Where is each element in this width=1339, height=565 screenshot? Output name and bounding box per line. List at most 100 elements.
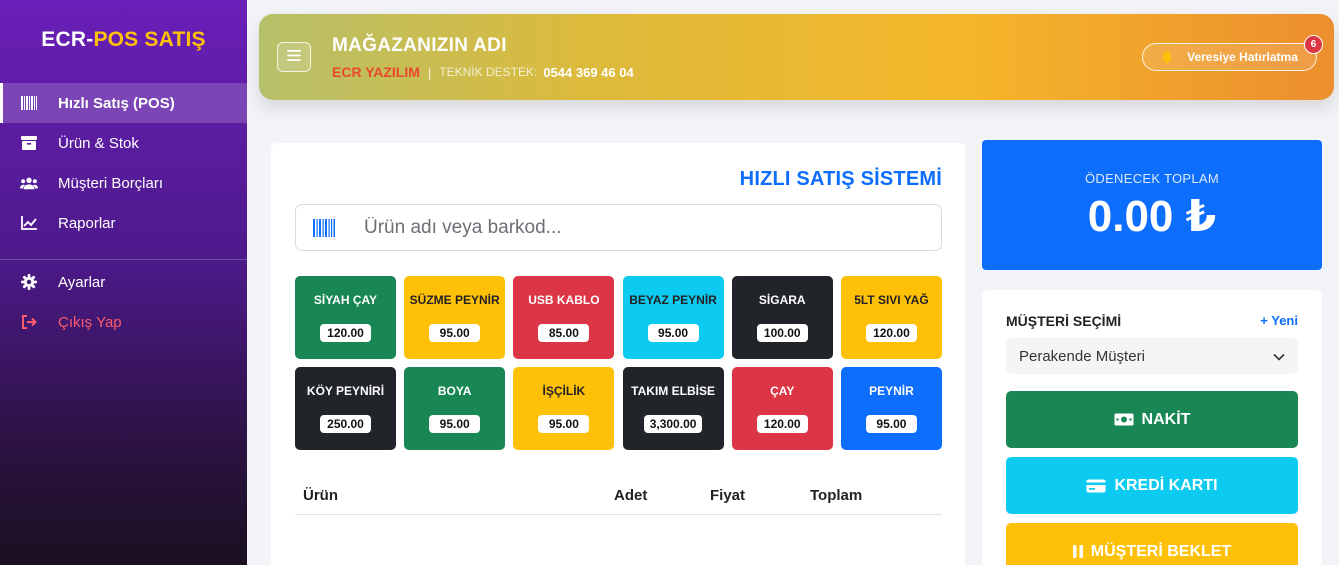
product-tile[interactable]: BOYA 95.00 [404,367,506,450]
barcode-icon [20,94,38,112]
support-label: TEKNİK DESTEK: [439,65,538,79]
credit-card-button[interactable]: KREDİ KARTI [1006,457,1298,514]
product-tile[interactable]: SÜZME PEYNİR 95.00 [404,276,506,359]
shop-name: MAĞAZANIZIN ADI [332,35,507,56]
gear-icon [20,273,38,291]
product-tile[interactable]: PEYNİR 95.00 [840,367,942,450]
product-name: SİGARA [758,293,806,307]
new-customer-link[interactable]: + Yeni [1260,313,1298,328]
column-product: Ürün [303,487,338,504]
product-tile[interactable]: KÖY PEYNİRİ 250.00 [295,367,396,450]
sidebar-item-label: Ürün & Stok [58,134,139,152]
sidebar-item-label: Raporlar [58,214,116,232]
column-total: Toplam [810,487,863,504]
cash-label: NAKİT [1141,410,1191,428]
header-subline: ECR YAZILIM | TEKNİK DESTEK: 0544 369 46… [332,64,634,80]
top-header: MAĞAZANIZIN ADI ECR YAZILIM | TEKNİK DES… [259,14,1334,100]
sidebar-item-logout[interactable]: Çıkış Yap [0,302,247,342]
product-price: 85.00 [538,324,590,342]
sidebar-item-debts[interactable]: Müşteri Borçları [0,163,247,203]
column-quantity: Adet [614,487,648,504]
total-amount: 0.00 ₺ [1087,192,1217,241]
pos-title: HIZLI SATIŞ SİSTEMİ [739,168,942,190]
product-name: BEYAZ PEYNİR [629,293,717,307]
pause-icon [1072,545,1083,558]
product-price: 95.00 [429,324,481,342]
sidebar-item-products[interactable]: Ürün & Stok [0,123,247,163]
product-name: PEYNİR [869,384,914,398]
product-name: TAKIM ELBİSE [631,384,715,398]
product-price: 120.00 [320,324,371,342]
users-icon [20,174,38,192]
money-icon [1114,413,1134,426]
customer-select[interactable]: Perakende Müşteri [1006,338,1298,374]
brand-text-part1: ECR- [41,28,94,51]
product-name: ÇAY [770,384,795,398]
sidebar-nav: Hızlı Satış (POS) Ürün & Stok Müşteri Bo… [0,83,247,342]
hold-label: MÜŞTERİ BEKLET [1090,542,1232,560]
product-tile[interactable]: SİYAH ÇAY 120.00 [295,276,396,359]
product-price: 120.00 [865,324,917,342]
credit-card-label: KREDİ KARTI [1114,476,1218,494]
product-tile[interactable]: BEYAZ PEYNİR 95.00 [622,276,724,359]
product-tile[interactable]: 5LT SIVI YAĞ 120.00 [840,276,942,359]
product-tile[interactable]: ÇAY 120.00 [731,367,833,450]
hamburger-icon [287,48,301,66]
customer-panel: MÜŞTERİ SEÇİMİ + Yeni Perakende Müşteri … [982,290,1322,565]
support-phone: 0544 369 46 04 [543,64,634,80]
total-panel: ÖDENECEK TOPLAM 0.00 ₺ [982,140,1322,270]
reminder-label: Veresiye Hatırlatma [1187,50,1298,64]
bell-icon [1161,51,1173,64]
product-tile[interactable]: USB KABLO 85.00 [513,276,615,359]
product-price: 95.00 [429,415,481,433]
product-tile[interactable]: SİGARA 100.00 [731,276,833,359]
quick-product-grid: SİYAH ÇAY 120.00 SÜZME PEYNİR 95.00 USB KA… [295,276,942,450]
product-price: 250.00 [320,415,371,433]
chart-line-icon [20,214,38,232]
product-price: 100.00 [756,324,808,342]
cart-table-header: Ürün Adet Fiyat Toplam [295,479,942,515]
product-price: 95.00 [865,415,917,433]
sidebar-divider [0,259,247,260]
sidebar-item-label: Müşteri Borçları [58,174,164,192]
sidebar-item-reports[interactable]: Raporlar [0,203,247,243]
product-price: 95.00 [647,324,699,342]
product-name: USB KABLO [528,293,600,307]
total-label: ÖDENECEK TOPLAM [1084,171,1220,186]
logout-icon [20,313,38,331]
sidebar-item-label: Hızlı Satış (POS) [58,94,175,112]
search-input[interactable] [364,216,904,239]
customer-select-value: Perakende Müşteri [1019,347,1145,365]
sidebar-item-pos[interactable]: Hızlı Satış (POS) [0,83,247,123]
product-name: KÖY PEYNİRİ [306,384,385,398]
pos-card: HIZLI SATIŞ SİSTEMİ SİYAH ÇAY 120.00 SÜZM… [271,143,965,565]
sidebar-item-label: Çıkış Yap [58,313,122,331]
cash-payment-button[interactable]: NAKİT [1006,391,1298,448]
notification-badge: 6 [1304,35,1323,54]
column-price: Fiyat [710,487,746,504]
product-price: 95.00 [538,415,590,433]
credit-reminder-button[interactable]: Veresiye Hatırlatma 6 [1142,35,1323,71]
product-name: BOYA [437,384,472,398]
header-separator: | [427,64,432,80]
box-icon [20,134,38,152]
product-name: SÜZME PEYNİR [409,293,500,307]
product-price: 120.00 [756,415,808,433]
product-tile[interactable]: TAKIM ELBİSE 3,300.00 [622,367,724,450]
barcode-icon [313,218,335,237]
hold-customer-button[interactable]: MÜŞTERİ BEKLET [1006,523,1298,565]
sidebar-item-label: Ayarlar [58,273,106,291]
menu-toggle-button[interactable] [277,42,311,72]
product-name: İŞÇİLİK [542,384,586,398]
customer-title: MÜŞTERİ SEÇİMİ [1006,313,1122,329]
brand-logo: ECR- POS SATIŞ [0,0,247,80]
product-name: SİYAH ÇAY [313,293,378,307]
product-name: 5LT SIVI YAĞ [854,293,929,307]
product-price: 3,300.00 [643,415,703,433]
product-search [295,204,942,251]
brand-text-part2: POS SATIŞ [93,28,206,51]
sidebar: ECR- POS SATIŞ Hızlı Satış (POS) Ürün & S… [0,0,247,565]
company-name: ECR YAZILIM [332,64,420,80]
sidebar-item-settings[interactable]: Ayarlar [0,262,247,302]
product-tile[interactable]: İŞÇİLİK 95.00 [513,367,615,450]
